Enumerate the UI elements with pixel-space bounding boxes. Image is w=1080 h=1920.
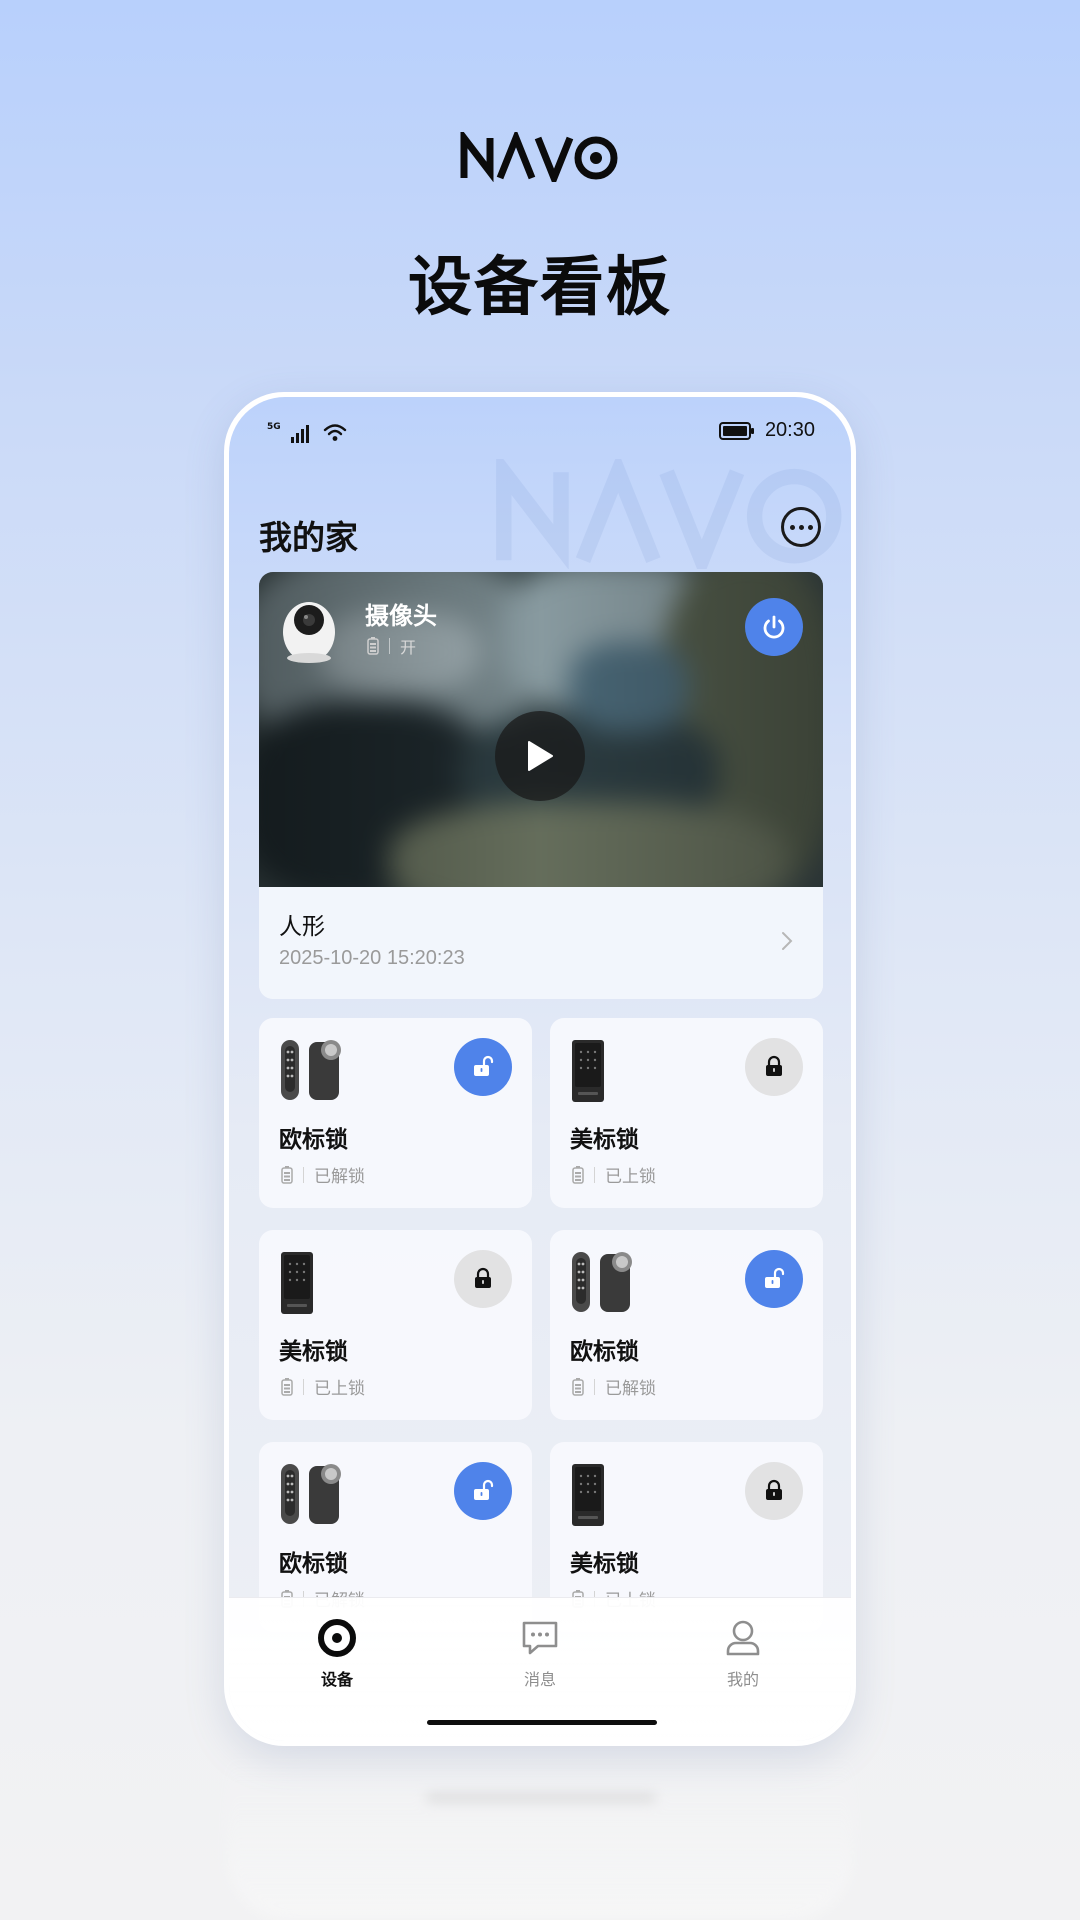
phone-screen: 5G 20:30 我的家 摄像头 开 人形 2025-10-20 15:20:2… (229, 397, 851, 1741)
phone-reflection (226, 1750, 854, 1920)
device-card[interactable]: 欧标锁 已解锁 (259, 1018, 532, 1208)
device-card[interactable]: 美标锁 已上锁 (259, 1230, 532, 1420)
lock-toggle-button[interactable] (454, 1250, 512, 1308)
event-time: 2025-10-20 15:20:23 (279, 947, 465, 969)
battery-level-icon (281, 1377, 293, 1396)
home-title: 我的家 (259, 518, 358, 557)
camera-status: 开 (400, 638, 417, 657)
network-type: 5G (267, 422, 281, 432)
us-lock-image (281, 1252, 313, 1314)
chevron-right-icon (782, 932, 793, 950)
person-icon (726, 1620, 760, 1656)
unlocked-icon (474, 1055, 494, 1076)
signal-icon (290, 425, 309, 443)
device-status: 已上锁 (605, 1167, 656, 1187)
unlock-toggle-button[interactable] (454, 1038, 512, 1096)
battery-level-icon (281, 1165, 293, 1184)
device-name: 美标锁 (570, 1127, 639, 1153)
device-status: 已解锁 (605, 1379, 656, 1399)
play-button[interactable] (495, 711, 585, 801)
unlocked-icon (765, 1267, 785, 1288)
battery-level-icon (572, 1377, 584, 1396)
brand-logo (0, 132, 1080, 186)
euro-lock-image (281, 1040, 341, 1100)
battery-level-icon (572, 1165, 584, 1184)
euro-lock-image (572, 1252, 632, 1312)
play-icon (528, 741, 553, 771)
home-header: 我的家 (259, 507, 821, 557)
device-meta: 已上锁 (572, 1162, 656, 1187)
device-name: 欧标锁 (570, 1339, 639, 1365)
power-icon (763, 615, 785, 639)
camera-device-image (283, 602, 335, 663)
lock-toggle-button[interactable] (745, 1462, 803, 1520)
device-status: 已解锁 (314, 1167, 365, 1187)
status-bar: 5G 20:30 (229, 397, 851, 467)
lock-toggle-button[interactable] (745, 1038, 803, 1096)
locked-icon (766, 1479, 782, 1500)
event-label: 人形 (279, 914, 325, 940)
unlock-toggle-button[interactable] (454, 1462, 512, 1520)
navo-logo-icon (460, 132, 618, 182)
camera-event-row[interactable]: 人形 2025-10-20 15:20:23 (259, 887, 823, 999)
home-indicator[interactable] (427, 1720, 657, 1725)
battery-icon (718, 421, 754, 440)
device-card[interactable]: 美标锁 已上锁 (550, 1018, 823, 1208)
more-options-button[interactable] (781, 507, 821, 547)
tab-label: 消息 (523, 1670, 556, 1689)
camera-preview[interactable]: 摄像头 开 (259, 572, 823, 887)
locked-icon (766, 1055, 782, 1076)
unlock-toggle-button[interactable] (745, 1250, 803, 1308)
device-status: 已上锁 (314, 1379, 365, 1399)
promo-title: 设备看板 (408, 251, 672, 325)
camera-meta: 开 (367, 634, 416, 658)
battery-level-icon (367, 637, 379, 655)
locked-icon (475, 1267, 491, 1288)
more-dots-icon (789, 524, 795, 530)
device-card[interactable]: 欧标锁 已解锁 (550, 1230, 823, 1420)
tab-label: 我的 (726, 1670, 759, 1689)
device-name: 欧标锁 (279, 1127, 348, 1153)
tab-devices[interactable]: 设备 (287, 1618, 387, 1690)
tab-messages[interactable]: 消息 (490, 1618, 590, 1690)
tab-label: 设备 (320, 1670, 353, 1689)
tab-profile[interactable]: 我的 (693, 1618, 793, 1690)
device-meta: 已解锁 (572, 1374, 656, 1399)
euro-lock-image (281, 1464, 341, 1524)
status-time: 20:30 (764, 419, 815, 441)
tab-bar: 设备 消息 我的 (229, 1597, 851, 1741)
device-name: 欧标锁 (279, 1551, 348, 1577)
us-lock-image (572, 1040, 604, 1102)
message-bubble-icon (522, 1621, 558, 1655)
camera-power-button[interactable] (745, 598, 803, 656)
camera-card[interactable]: 摄像头 开 人形 2025-10-20 15:20:23 (259, 572, 823, 999)
device-eye-icon (318, 1619, 356, 1657)
unlocked-icon (474, 1479, 494, 1500)
wifi-icon (323, 424, 346, 441)
phone-frame: 5G 20:30 我的家 摄像头 开 人形 2025-10-20 15:20:2… (224, 392, 856, 1746)
device-name: 美标锁 (570, 1551, 639, 1577)
us-lock-image (572, 1464, 604, 1526)
camera-name: 摄像头 (365, 602, 437, 630)
device-name: 美标锁 (279, 1339, 348, 1365)
device-meta: 已上锁 (281, 1374, 365, 1399)
device-meta: 已解锁 (281, 1162, 365, 1187)
